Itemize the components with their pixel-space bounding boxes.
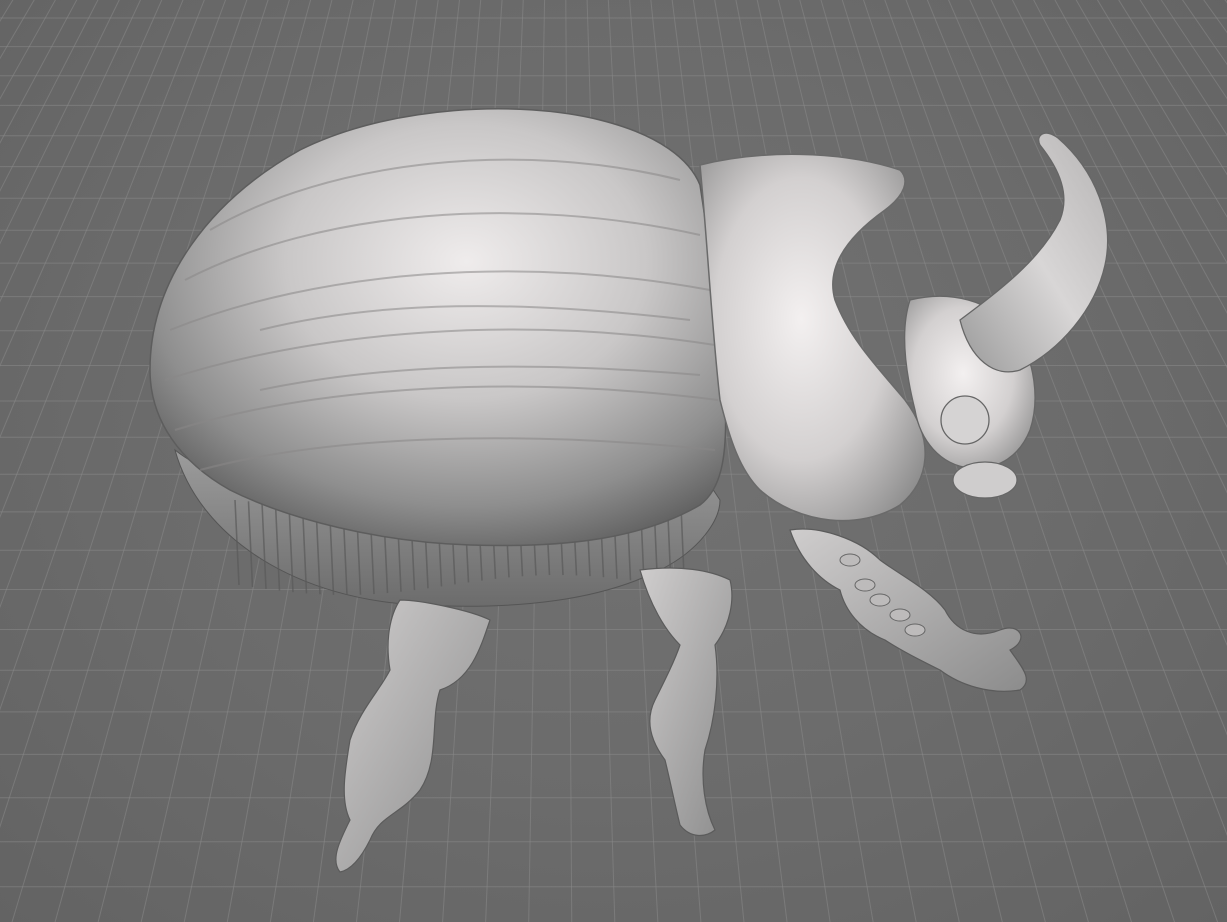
grid-line — [1181, 0, 1227, 66]
scene-canvas[interactable] — [0, 0, 1227, 922]
grid-line — [1139, 0, 1227, 136]
leg-spur — [869, 593, 891, 607]
grid-line — [0, 0, 163, 367]
grid-line — [1221, 0, 1227, 922]
leg-spur — [854, 578, 876, 592]
grid-line — [1203, 0, 1227, 34]
beetle-elytra[interactable] — [149, 108, 727, 547]
grid-line — [0, 0, 14, 23]
beetle-pronotum[interactable] — [699, 153, 926, 522]
grid-line — [0, 0, 35, 60]
grid-line — [0, 0, 141, 303]
grid-line — [1075, 0, 1227, 264]
grid-line — [0, 0, 99, 192]
leg-spur — [889, 608, 911, 622]
beetle-hind-leg[interactable] — [335, 599, 491, 873]
grid-line — [0, 0, 184, 439]
leg-spur — [839, 553, 861, 567]
grid-line — [0, 0, 30, 922]
beetle-front-leg[interactable] — [789, 528, 1027, 692]
beetle-eye — [940, 395, 990, 445]
leg-spur — [904, 623, 926, 637]
grid-line — [1033, 0, 1227, 369]
grid-line — [1160, 0, 1227, 100]
grid-line — [1096, 0, 1227, 218]
beetle-middle-leg[interactable] — [639, 567, 733, 836]
beetle-model[interactable] — [149, 108, 1109, 873]
grid-line — [1224, 0, 1227, 4]
beetle-horn[interactable] — [959, 132, 1109, 373]
beetle-mandible — [952, 461, 1018, 499]
grid-line — [1118, 0, 1227, 176]
grid-line — [0, 0, 10, 922]
3d-viewport[interactable] — [0, 0, 1227, 922]
